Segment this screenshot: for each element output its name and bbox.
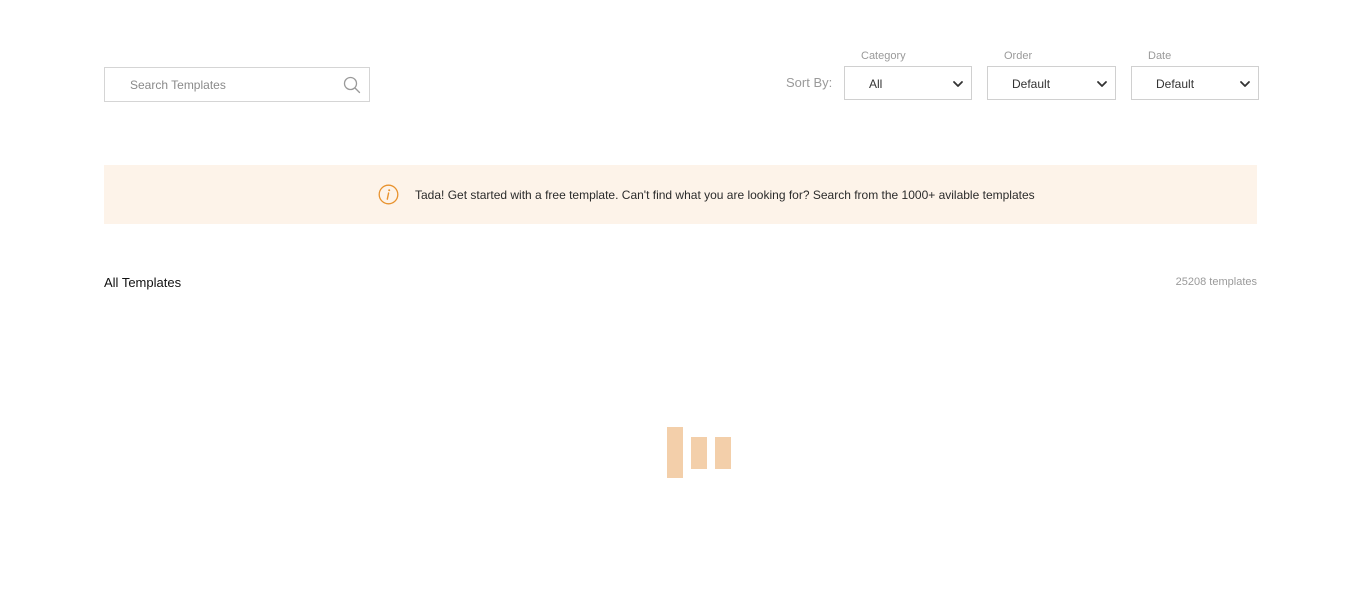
chevron-down-icon — [1240, 81, 1250, 87]
category-caption: Category — [861, 50, 906, 62]
sort-by-label: Sort By: — [786, 75, 833, 90]
template-count: 25208 templates — [1175, 276, 1257, 288]
order-selected-value: Default — [1012, 77, 1051, 91]
loader-bar — [667, 427, 683, 478]
loader-bar — [691, 437, 707, 469]
chevron-down-icon — [953, 81, 963, 87]
category-select[interactable]: All — [844, 66, 972, 100]
date-select[interactable]: Default — [1131, 66, 1259, 100]
search-icon[interactable] — [343, 76, 361, 94]
date-selected-value: Default — [1156, 77, 1195, 91]
date-caption: Date — [1148, 50, 1172, 62]
section-title: All Templates — [104, 275, 182, 290]
chevron-down-icon — [1097, 81, 1107, 87]
notice-text: Tada! Get started with a free template. … — [415, 188, 1035, 202]
loader-bar — [715, 437, 731, 469]
category-selected-value: All — [869, 77, 883, 91]
search-box[interactable] — [104, 67, 370, 102]
search-input[interactable] — [105, 68, 335, 101]
order-caption: Order — [1004, 50, 1033, 62]
templates-page: Sort By: Category All Order Default Date… — [0, 0, 1349, 613]
info-icon — [378, 184, 399, 205]
order-select[interactable]: Default — [987, 66, 1116, 100]
